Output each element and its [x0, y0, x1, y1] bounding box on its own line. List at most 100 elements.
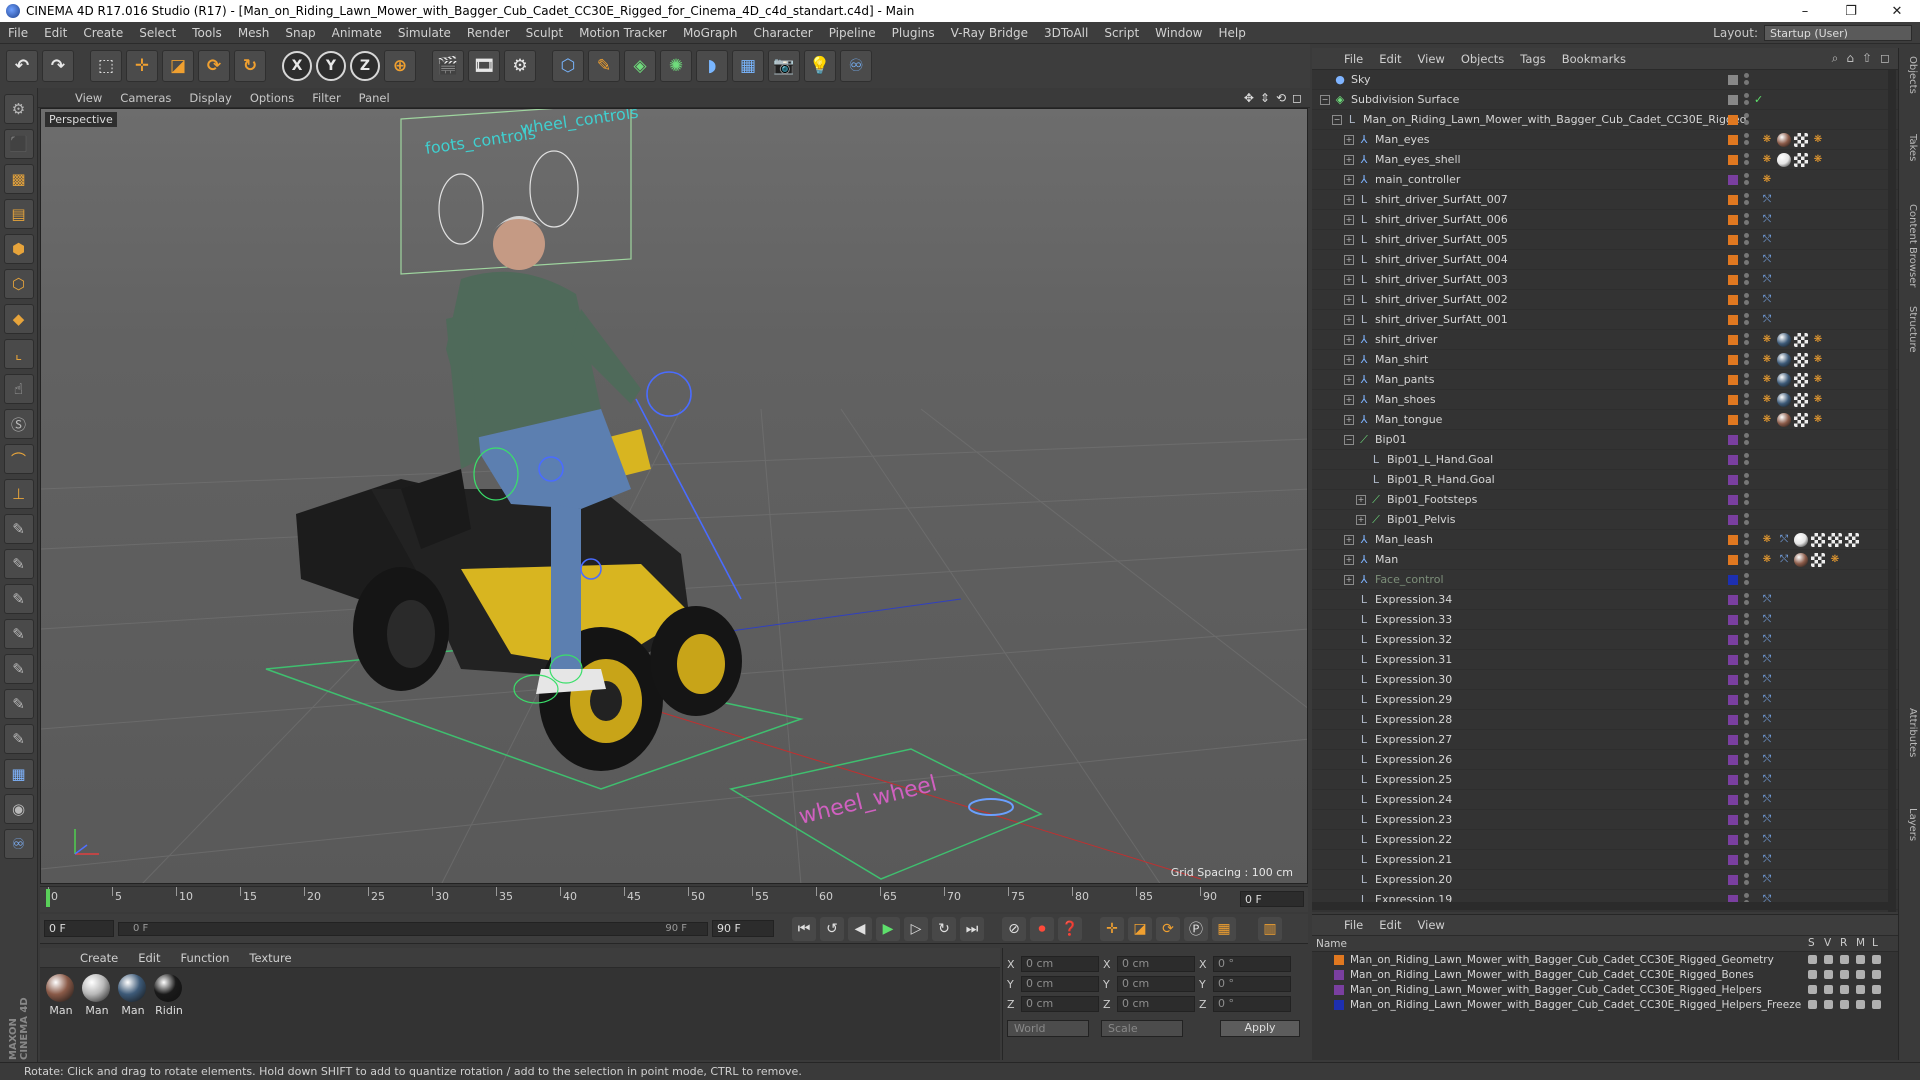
layer-color-swatch[interactable] [1334, 999, 1344, 1010]
layer-flag-icon[interactable] [1808, 985, 1817, 994]
object-row[interactable]: + ⟋ Bip01_Pelvis [1312, 510, 1898, 530]
visibility-toggle[interactable] [1744, 333, 1750, 347]
object-row[interactable]: L Expression.23 ⤲ [1312, 810, 1898, 830]
layout-dropdown[interactable]: Startup (User) [1764, 24, 1912, 41]
visibility-toggle[interactable] [1744, 713, 1750, 727]
object-row[interactable]: + Lshirt_driver_SurfAtt_002 ⤲ [1312, 290, 1898, 310]
object-row[interactable]: + ⅄ Man ❋ ⤲ ❋ [1312, 550, 1898, 570]
menu-simulate[interactable]: Simulate [390, 26, 459, 40]
object-row[interactable]: + ⅄ Man_tongue ❋ ❋ [1312, 410, 1898, 430]
expand-toggle-icon[interactable]: + [1344, 314, 1354, 325]
visibility-toggle[interactable] [1744, 233, 1750, 247]
texture-tag-icon[interactable] [1828, 533, 1842, 547]
weight-tag-icon[interactable]: ❋ [1811, 393, 1825, 407]
layer-color-swatch[interactable] [1728, 315, 1738, 325]
coordinate-field[interactable]: 0 ° [1213, 996, 1291, 1012]
layer-color-swatch[interactable] [1728, 435, 1738, 445]
texture-tag-icon[interactable] [1794, 133, 1808, 147]
weight-tag-icon[interactable]: ❋ [1811, 333, 1825, 347]
constraint-tag-icon[interactable]: ⤲ [1760, 213, 1774, 227]
visibility-toggle[interactable] [1744, 473, 1750, 487]
next-frame-icon[interactable]: ▷ [904, 916, 928, 941]
menu-window[interactable]: Window [1147, 26, 1210, 40]
object-row[interactable]: + ⅄ Face_control [1312, 570, 1898, 590]
coordinate-system-icon[interactable]: ⊕ [384, 50, 416, 82]
object-row[interactable]: + Lshirt_driver_SurfAtt_003 ⤲ [1312, 270, 1898, 290]
object-row[interactable]: L Bip01_R_Hand.Goal [1312, 470, 1898, 490]
layer-color-swatch[interactable] [1334, 954, 1344, 965]
visibility-toggle[interactable] [1744, 633, 1750, 647]
expand-toggle-icon[interactable]: + [1344, 394, 1354, 405]
weight-tag-icon[interactable]: ❋ [1811, 353, 1825, 367]
object-row[interactable]: L Expression.24 ⤲ [1312, 790, 1898, 810]
object-row[interactable]: L Expression.21 ⤲ [1312, 850, 1898, 870]
layer-row[interactable]: Man_on_Riding_Lawn_Mower_with_Bagger_Cub… [1312, 967, 1898, 982]
object-row[interactable]: L Expression.25 ⤲ [1312, 770, 1898, 790]
layer-flag-icon[interactable] [1840, 1000, 1849, 1009]
constraint-tag-icon[interactable]: ⤲ [1760, 293, 1774, 307]
om-menu-tags[interactable]: Tags [1512, 52, 1553, 66]
lm-menu-view[interactable]: View [1410, 918, 1453, 932]
object-row[interactable]: − L Man_on_Riding_Lawn_Mower_with_Bagger_C… [1312, 110, 1898, 130]
python-console-icon[interactable]: ♾ [3, 829, 34, 859]
layer-color-swatch[interactable] [1728, 175, 1738, 185]
enabled-check-icon[interactable]: ✓ [1754, 93, 1763, 106]
material-tag-icon[interactable] [1794, 533, 1808, 547]
layer-flag-icon[interactable] [1808, 970, 1817, 979]
texture-tag-icon[interactable] [1845, 533, 1859, 547]
layer-color-swatch[interactable] [1728, 615, 1738, 625]
weight-tag-icon[interactable]: ❋ [1760, 533, 1774, 547]
layer-color-swatch[interactable] [1728, 735, 1738, 745]
expand-toggle-icon[interactable]: + [1344, 274, 1354, 285]
camera-icon[interactable]: 📷 [768, 50, 800, 82]
viewport-menu-options[interactable]: Options [241, 91, 303, 105]
material-item[interactable]: Ridin [154, 974, 184, 1054]
material-item[interactable]: Man [118, 974, 148, 1054]
constraint-tag-icon[interactable]: ⤲ [1760, 833, 1774, 847]
record-keys-icon[interactable]: ⊘ [1002, 916, 1026, 941]
texture-tag-icon[interactable] [1811, 553, 1825, 567]
layer-color-swatch[interactable] [1728, 855, 1738, 865]
constraint-tag-icon[interactable]: ⤲ [1760, 613, 1774, 627]
material-tag-icon[interactable] [1777, 333, 1791, 347]
menu-sculpt[interactable]: Sculpt [518, 26, 571, 40]
layer-flag-icon[interactable] [1824, 985, 1833, 994]
layer-flag-icon[interactable] [1872, 970, 1881, 979]
side-tab-structure[interactable]: Structure [1902, 306, 1918, 353]
layer-color-swatch[interactable] [1728, 495, 1738, 505]
visibility-toggle[interactable] [1744, 93, 1750, 107]
coordinate-field[interactable]: 0 cm [1021, 976, 1099, 992]
visibility-toggle[interactable] [1744, 733, 1750, 747]
playhead[interactable] [46, 889, 50, 907]
pan-view-icon[interactable]: ✥ [1244, 91, 1254, 105]
visibility-toggle[interactable] [1744, 653, 1750, 667]
y-axis-button[interactable]: Y [316, 51, 346, 81]
expand-toggle-icon[interactable]: + [1344, 574, 1354, 585]
coordinate-field[interactable]: 0 cm [1021, 956, 1099, 972]
constraint-tag-icon[interactable]: ⤲ [1760, 233, 1774, 247]
expand-toggle-icon[interactable]: + [1344, 174, 1354, 185]
object-row[interactable]: L Expression.31 ⤲ [1312, 650, 1898, 670]
material-tag-icon[interactable] [1777, 353, 1791, 367]
layer-flag-icon[interactable] [1840, 955, 1849, 964]
layer-color-swatch[interactable] [1728, 595, 1738, 605]
search-icon[interactable]: ⌕ [1832, 51, 1839, 66]
layer-color-swatch[interactable] [1728, 75, 1738, 85]
visibility-toggle[interactable] [1744, 513, 1750, 527]
constraint-tag-icon[interactable]: ⤲ [1760, 313, 1774, 327]
texture-tag-icon[interactable] [1794, 413, 1808, 427]
object-row[interactable]: + ⟋ Bip01_Footsteps [1312, 490, 1898, 510]
visibility-toggle[interactable] [1744, 873, 1750, 887]
expand-toggle-icon[interactable]: + [1344, 334, 1354, 345]
object-row[interactable]: L Expression.32 ⤲ [1312, 630, 1898, 650]
layer-color-swatch[interactable] [1728, 215, 1738, 225]
layer-flag-icon[interactable] [1824, 1000, 1833, 1009]
axis-mode-icon[interactable]: ⌞ [3, 339, 34, 369]
recent-tools-icon[interactable]: ↻ [234, 50, 266, 82]
viewport-menu-filter[interactable]: Filter [303, 91, 349, 105]
layer-flag-icon[interactable] [1856, 985, 1865, 994]
layer-color-swatch[interactable] [1728, 335, 1738, 345]
visibility-toggle[interactable] [1744, 153, 1750, 167]
previous-key-icon[interactable]: ↺ [820, 916, 844, 941]
object-row[interactable]: L Expression.33 ⤲ [1312, 610, 1898, 630]
